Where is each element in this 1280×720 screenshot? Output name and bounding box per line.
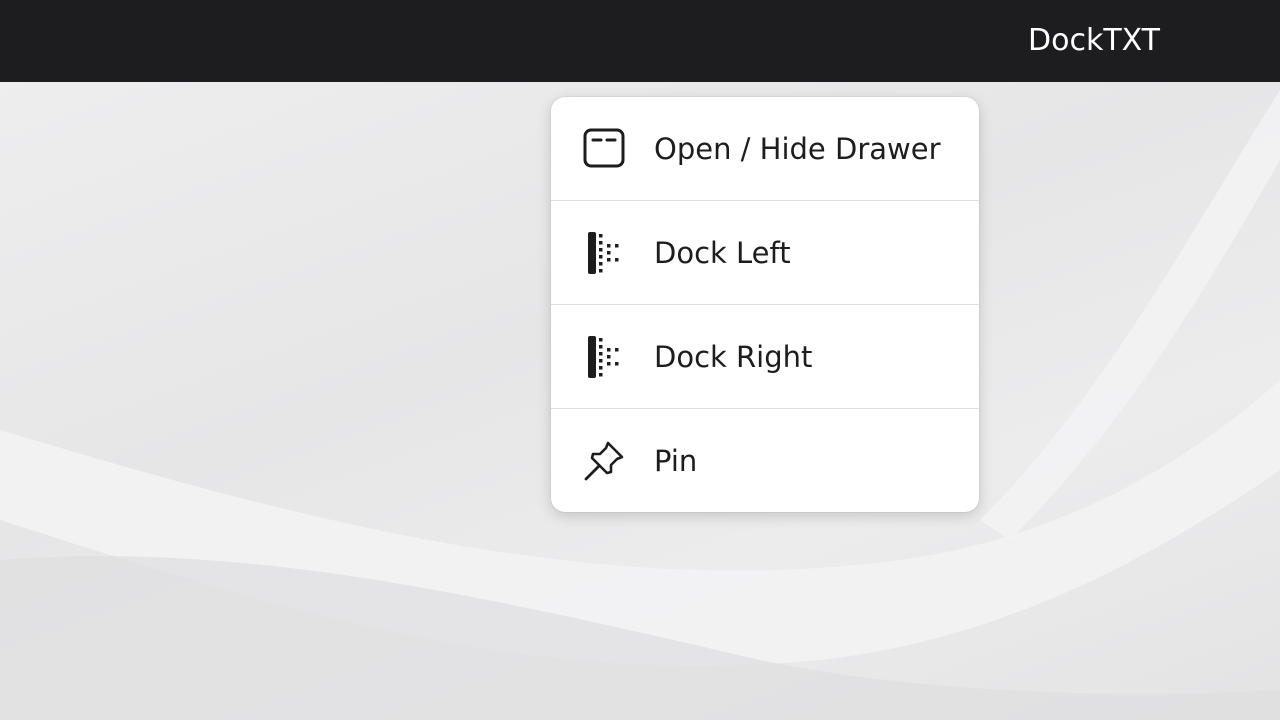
app-title[interactable]: DockTXT bbox=[1028, 22, 1160, 60]
window-drawer-icon bbox=[581, 126, 627, 172]
menu-item-dock-right[interactable]: Dock Right bbox=[551, 305, 979, 409]
menu-bar: DockTXT bbox=[0, 0, 1280, 82]
menu-item-dock-left[interactable]: Dock Left bbox=[551, 201, 979, 305]
menu-item-label: Pin bbox=[654, 443, 698, 478]
menu-item-label: Dock Left bbox=[654, 235, 791, 270]
pin-icon bbox=[581, 438, 627, 484]
dock-left-icon bbox=[581, 230, 627, 276]
dropdown-menu: Open / Hide Drawer Dock Left Dock Right … bbox=[551, 97, 979, 512]
menu-item-pin[interactable]: Pin bbox=[551, 409, 979, 512]
menu-item-label: Dock Right bbox=[654, 339, 813, 374]
dock-right-icon bbox=[581, 334, 627, 380]
menu-item-label: Open / Hide Drawer bbox=[654, 131, 941, 166]
menu-item-open-hide-drawer[interactable]: Open / Hide Drawer bbox=[551, 97, 979, 201]
